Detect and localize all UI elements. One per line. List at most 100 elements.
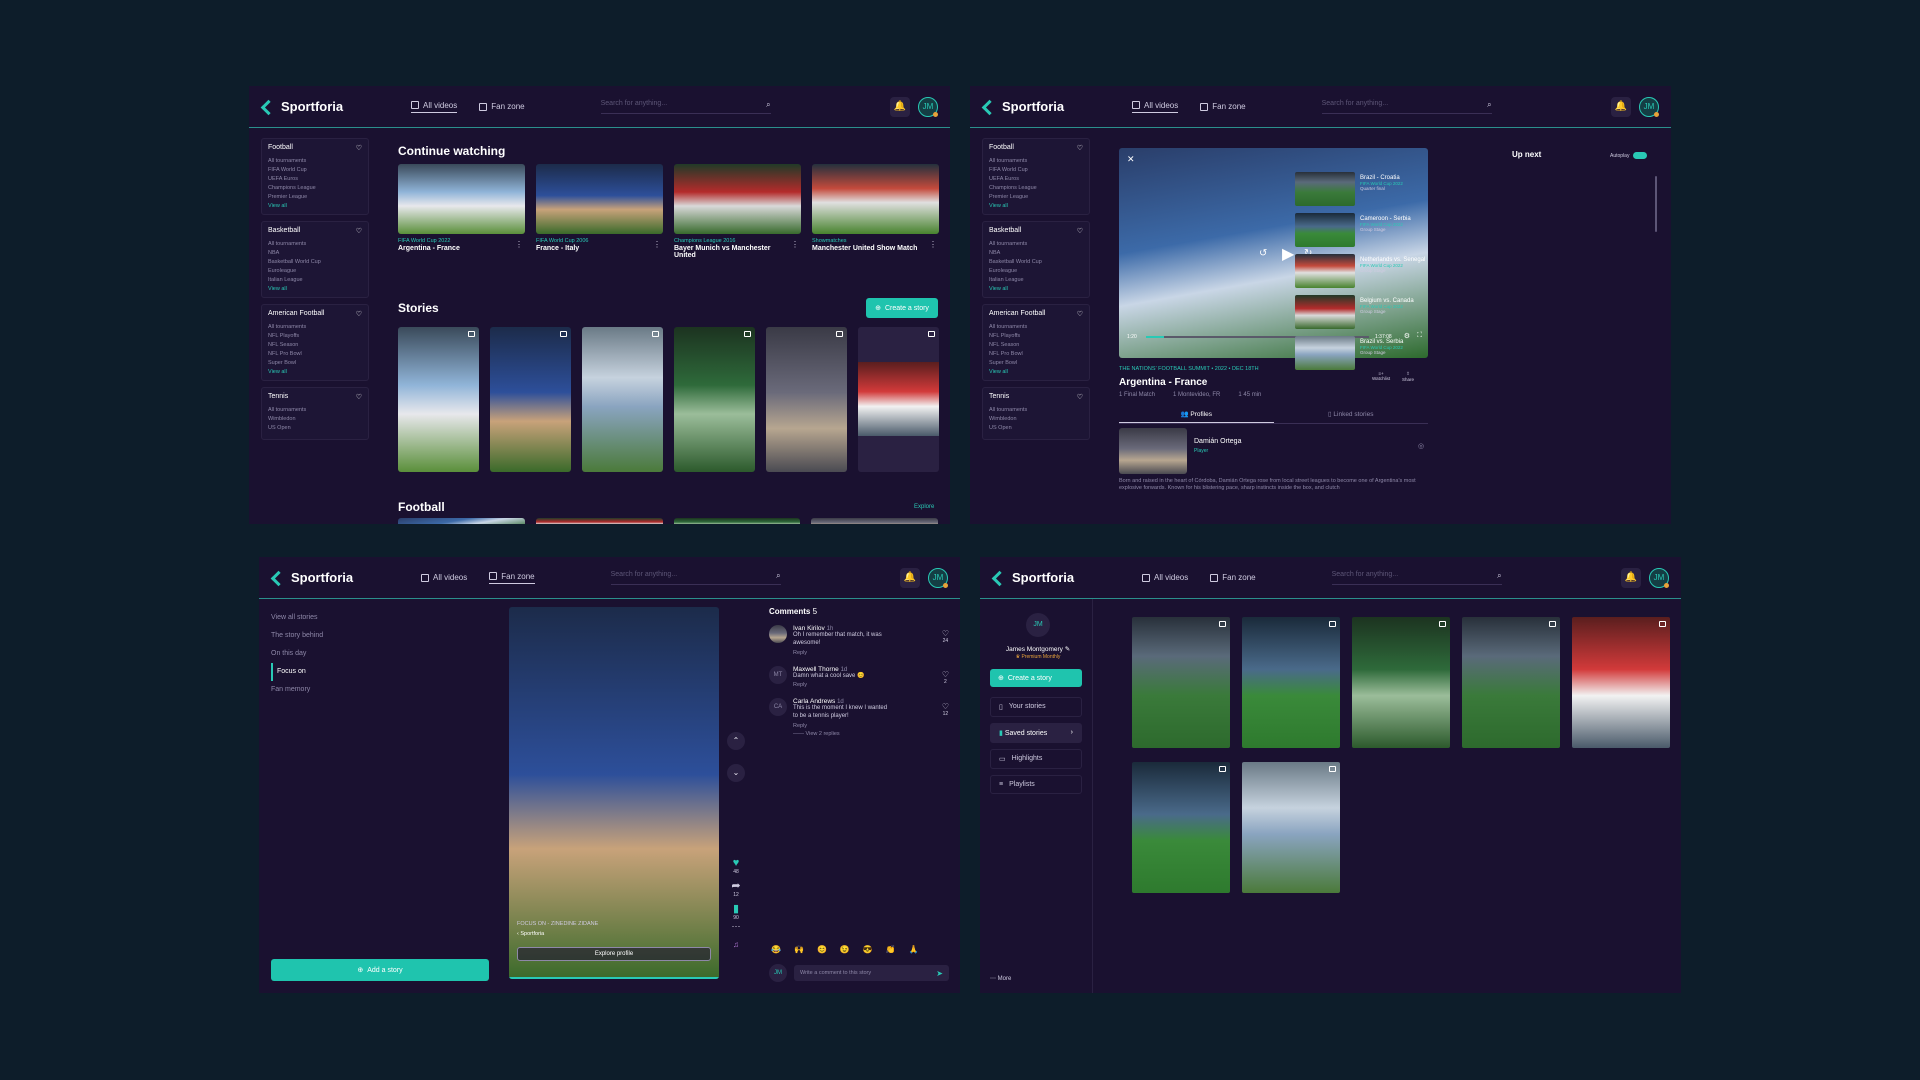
search-icon[interactable]: ⌕ [1497, 571, 1501, 581]
story-video[interactable]: FOCUS ON - ZINEDINE ZIDANE ‹ Sportforia … [509, 607, 719, 979]
bell-icon[interactable]: 🔔 [900, 567, 920, 588]
watchlist-button[interactable]: ≡+ Watchlist [1372, 371, 1390, 381]
sidebar-item[interactable]: Champions League [268, 185, 362, 191]
sidebar-item[interactable]: NFL Pro Bowl [268, 351, 362, 357]
queue-item[interactable]: Cameroon - Serbia FIFA World Cup 2022 Grou… [1295, 213, 1431, 249]
continue-card[interactable]: FIFA World Cup 2006 France - Italy ⋮ [536, 164, 663, 252]
sidebar-item[interactable]: Basketball World Cup [268, 259, 362, 265]
info-icon[interactable]: ◎ [1418, 442, 1424, 450]
avatar[interactable]: JM [1639, 96, 1659, 117]
heart-icon[interactable]: ♡ [942, 629, 949, 638]
bell-icon[interactable]: 🔔 [1621, 567, 1641, 588]
emoji-button[interactable]: 😎 [863, 945, 873, 954]
sidebar-item[interactable]: Premier League [268, 194, 362, 200]
menu-item[interactable]: On this day [271, 645, 323, 663]
tab-linked-stories[interactable]: ▯ Linked stories [1274, 406, 1429, 423]
reply-link[interactable]: Reply [793, 723, 893, 729]
sidebar-item[interactable]: All tournaments [989, 324, 1083, 330]
more-icon[interactable]: ⋮ [653, 240, 661, 249]
logo[interactable]: Sportforia [982, 99, 1132, 114]
video-thumbnail[interactable] [536, 164, 663, 234]
emoji-button[interactable]: 🙏 [909, 945, 919, 954]
commenter-avatar[interactable]: CA [769, 698, 787, 717]
search-icon[interactable]: ⌕ [766, 100, 770, 110]
add-story-button[interactable]: ⊕ Add a story [271, 959, 489, 981]
heart-icon[interactable]: ♡ [356, 393, 362, 401]
logo[interactable]: Sportforia [261, 99, 411, 114]
queue-item[interactable]: Netherlands vs. Senegal FIFA World Cup 20… [1295, 254, 1431, 290]
create-story-button[interactable]: ⊕ Create a story [990, 669, 1082, 687]
explore-profile-button[interactable]: Explore profile [517, 947, 711, 961]
video-thumbnail[interactable] [535, 518, 663, 524]
queue-item[interactable]: Belgium vs. Canada FIFA World Cup 2022 Gro… [1295, 295, 1431, 331]
down-arrow-icon[interactable]: ⌄ [727, 764, 745, 782]
menu-your-stories[interactable]: ▯ Your stories [990, 697, 1082, 717]
sidebar-item[interactable]: Champions League [989, 185, 1083, 191]
search-input[interactable]: Search for anything... ⌕ [1321, 100, 1492, 114]
sidebar-item[interactable]: UEFA Euros [268, 176, 362, 182]
sidebar-item[interactable]: NFL Season [268, 342, 362, 348]
continue-card[interactable]: Showmatches Manchester United Show Match ⋮ [812, 164, 939, 252]
edit-icon[interactable]: ✎ [1065, 646, 1070, 653]
autoplay-toggle[interactable]: Autoplay [1610, 152, 1648, 159]
sidebar-item[interactable]: All tournaments [989, 241, 1083, 247]
emoji-button[interactable]: 😉 [840, 945, 850, 954]
sidebar-item[interactable]: NFL Playoffs [268, 333, 362, 339]
avatar[interactable]: JM [1649, 567, 1669, 588]
sidebar-item[interactable]: Premier League [989, 194, 1083, 200]
profile-photo[interactable] [1119, 428, 1187, 474]
menu-highlights[interactable]: ▭ Highlights [990, 749, 1082, 769]
sidebar-item[interactable]: FIFA World Cup [268, 167, 362, 173]
bell-icon[interactable]: 🔔 [1611, 96, 1631, 117]
heart-icon[interactable]: ♡ [942, 670, 949, 679]
rewind-icon[interactable]: ↺ [1259, 248, 1267, 259]
video-thumbnail[interactable] [398, 518, 525, 524]
sidebar-item[interactable]: NFL Playoffs [989, 333, 1083, 339]
scrollbar[interactable] [1655, 176, 1657, 232]
more-icon[interactable]: ⋮ [791, 240, 799, 249]
search-icon[interactable]: ⌕ [776, 571, 780, 581]
up-arrow-icon[interactable]: ⌃ [727, 732, 745, 750]
emoji-button[interactable]: 😂 [771, 945, 781, 954]
video-thumbnail[interactable] [674, 164, 801, 234]
story-card[interactable] [582, 327, 663, 472]
menu-item-active[interactable]: Focus on [271, 663, 323, 681]
sidebar-item[interactable]: All tournaments [268, 241, 362, 247]
comment-like[interactable]: ♡ 2 [942, 670, 949, 685]
queue-item[interactable]: Brazil vs. Serbia FIFA World Cup 2022 Grou… [1295, 336, 1431, 372]
sidebar-item[interactable]: Euroleague [268, 268, 362, 274]
view-all-link[interactable]: View all [268, 203, 362, 209]
view-all-link[interactable]: View all [989, 203, 1083, 209]
sidebar-item[interactable]: Wimbledon [268, 416, 362, 422]
continue-card[interactable]: Champions League 2016 Bayer Munich vs Man… [674, 164, 801, 259]
view-all-link[interactable]: View all [989, 369, 1083, 375]
saved-story-card[interactable] [1242, 617, 1340, 748]
sidebar-item[interactable]: NFL Pro Bowl [989, 351, 1083, 357]
saved-story-card[interactable] [1242, 762, 1340, 893]
explore-link[interactable]: Explore [914, 504, 934, 510]
more-icon[interactable]: ⋮ [515, 240, 523, 249]
close-icon[interactable]: ✕ [1127, 154, 1135, 165]
nav-fan-zone[interactable]: Fan zone [1200, 101, 1246, 113]
sidebar-item[interactable]: Basketball World Cup [989, 259, 1083, 265]
emoji-button[interactable]: 🙌 [794, 945, 804, 954]
heart-icon[interactable]: ♡ [356, 227, 362, 235]
heart-icon[interactable]: ♡ [1077, 310, 1083, 318]
send-icon[interactable]: ➤ [936, 969, 943, 978]
nav-all-videos[interactable]: All videos [1132, 101, 1179, 113]
profile-name[interactable]: Damián Ortega [1194, 438, 1241, 445]
sidebar-item[interactable]: All tournaments [268, 407, 362, 413]
sidebar-item[interactable]: Super Bowl [989, 360, 1083, 366]
video-thumbnail[interactable] [673, 518, 801, 524]
search-input[interactable]: Search for anything... ⌕ [610, 571, 781, 585]
story-card[interactable] [398, 327, 479, 472]
emoji-button[interactable]: 👏 [886, 945, 896, 954]
story-card[interactable] [490, 327, 571, 472]
menu-item[interactable]: The story behind [271, 627, 323, 645]
tab-profiles[interactable]: 👥 Profiles [1119, 406, 1274, 423]
sidebar-item[interactable]: NBA [268, 250, 362, 256]
search-icon[interactable]: ⌕ [1487, 100, 1491, 110]
queue-item[interactable]: Brazil - Croatia FIFA World Cup 2022 Quart… [1295, 172, 1431, 208]
video-thumbnail[interactable] [812, 164, 939, 234]
sidebar-item[interactable]: All tournaments [989, 158, 1083, 164]
